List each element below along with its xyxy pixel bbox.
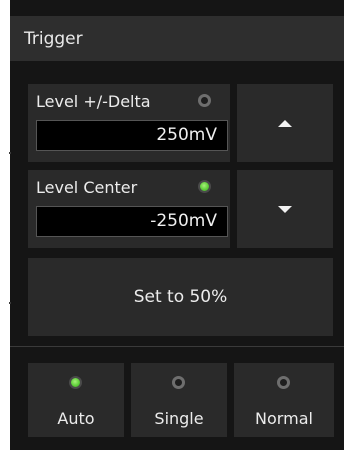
mode-auto-label: Auto (57, 409, 95, 428)
level-delta-label: Level +/-Delta (36, 92, 151, 111)
arrow-up-icon (278, 119, 292, 127)
level-center-indicator-icon (198, 180, 211, 193)
level-delta-indicator-icon (198, 94, 211, 107)
mode-normal-button[interactable]: Normal (234, 363, 334, 437)
arrow-down-icon (278, 205, 292, 213)
auto-indicator-icon (69, 376, 82, 389)
level-center-value[interactable]: -250mV (36, 206, 228, 237)
set-to-50-button[interactable]: Set to 50% (28, 258, 333, 336)
mode-single-label: Single (154, 409, 204, 428)
edge-mark (9, 302, 11, 304)
increase-button[interactable] (237, 84, 333, 162)
mode-single-button[interactable]: Single (131, 363, 227, 437)
divider (10, 346, 344, 347)
set-to-50-label: Set to 50% (133, 287, 228, 307)
normal-indicator-icon (277, 376, 290, 389)
mode-normal-label: Normal (255, 409, 313, 428)
decrease-button[interactable] (237, 170, 333, 248)
mode-auto-button[interactable]: Auto (28, 363, 124, 437)
level-center-control[interactable]: Level Center -250mV (28, 170, 230, 248)
single-indicator-icon (172, 376, 185, 389)
level-delta-control[interactable]: Level +/-Delta 250mV (28, 84, 230, 162)
level-delta-value[interactable]: 250mV (36, 120, 228, 151)
level-center-label: Level Center (36, 178, 138, 197)
edge-mark (9, 152, 11, 154)
panel-title: Trigger (10, 16, 344, 61)
panel-title-text: Trigger (24, 28, 83, 49)
